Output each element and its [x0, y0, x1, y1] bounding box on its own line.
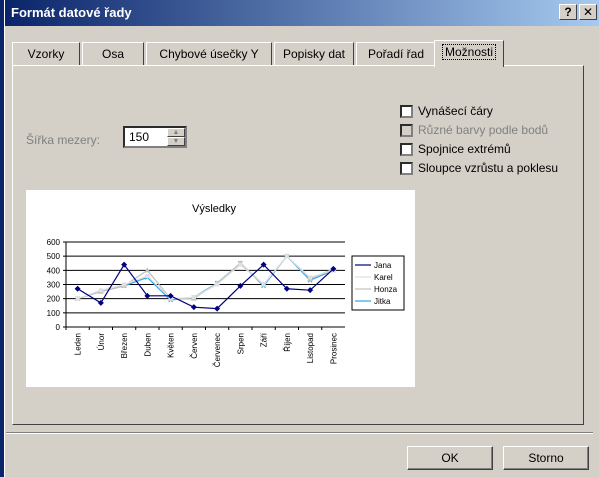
checkbox-box[interactable]	[400, 143, 413, 156]
x-tick-label: Duben	[143, 333, 152, 357]
chart-preview: Výsledky 0 100 200 300 400 500 600 Leden Únor Bře…	[26, 190, 415, 387]
legend-label: Karel	[374, 273, 393, 282]
y-tick-label: 0	[56, 323, 61, 332]
help-button[interactable]: ?	[559, 4, 577, 20]
x-tick-label: Prosinec	[329, 333, 338, 364]
checkbox-label: Sloupce vzrůstu a poklesu	[418, 161, 559, 175]
spin-up-icon[interactable]: ▲	[167, 128, 185, 137]
x-tick-label: Říjen	[283, 333, 292, 352]
legend-label: Jitka	[374, 297, 391, 306]
line-chart: Výsledky 0 100 200 300 400 500 600 Leden Únor Bře…	[47, 203, 405, 367]
tab-options[interactable]: Možnosti	[434, 40, 504, 67]
x-tick-label: Červenec	[213, 333, 222, 367]
y-tick-label: 300	[47, 281, 61, 290]
dialog-title: Formát datové řady	[11, 5, 132, 20]
x-tick-label: Srpen	[236, 333, 245, 354]
data-point	[261, 282, 266, 287]
tab-options-label: Možnosti	[441, 44, 497, 60]
ok-button[interactable]: OK	[407, 446, 493, 470]
x-tick-label: Září	[260, 332, 269, 347]
chart-title: Výsledky	[192, 203, 237, 215]
tab-data-labels[interactable]: Popisky dat	[274, 42, 354, 66]
x-tick-label: Listopad	[306, 333, 315, 363]
checkbox-label: Různé barvy podle bodů	[418, 123, 549, 137]
x-tick-label: Květen	[167, 333, 176, 358]
y-tick-label: 500	[47, 252, 61, 261]
y-tick-label: 400	[47, 266, 61, 275]
data-point	[284, 254, 289, 259]
data-point	[238, 262, 243, 267]
data-point	[145, 274, 150, 278]
cancel-button[interactable]: Storno	[503, 446, 589, 470]
tab-series-order[interactable]: Pořadí řad	[356, 42, 436, 66]
x-tick-label: Březen	[120, 333, 129, 358]
legend-label: Honza	[374, 285, 398, 294]
data-point	[75, 296, 80, 301]
y-tick-label: 600	[47, 238, 61, 247]
tab-vzorky[interactable]: Vzorky	[12, 42, 80, 66]
x-tick-label: Únor	[97, 333, 106, 351]
data-point	[98, 288, 103, 293]
separator	[6, 432, 593, 434]
title-bar[interactable]: Formát datové řady ? ✕	[5, 0, 599, 26]
x-tick-label: Červen	[190, 333, 199, 359]
spin-down-icon[interactable]: ▼	[167, 137, 185, 146]
tab-osa[interactable]: Osa	[82, 42, 144, 66]
data-point	[308, 275, 313, 280]
checkbox-box[interactable]	[400, 105, 413, 118]
x-tick-label: Leden	[74, 333, 83, 355]
y-tick-label: 200	[47, 295, 61, 304]
tab-error-bars[interactable]: Chybové úsečky Y	[146, 42, 272, 66]
gap-width-spinner[interactable]: 150 ▲ ▼	[123, 126, 187, 148]
checkbox-box[interactable]	[400, 162, 413, 175]
checkbox-box	[400, 124, 413, 137]
checkbox-label: Vynášecí čáry	[418, 104, 493, 118]
y-tick-label: 100	[47, 309, 61, 318]
data-point	[215, 282, 220, 287]
gap-width-value[interactable]: 150	[129, 130, 149, 144]
data-point	[191, 295, 196, 300]
legend-label: Jana	[374, 261, 392, 270]
checkbox-label: Spojnice extrémů	[418, 142, 511, 156]
gap-width-label: Šířka mezery:	[26, 133, 101, 147]
close-button[interactable]: ✕	[579, 4, 597, 20]
data-point	[122, 282, 127, 287]
